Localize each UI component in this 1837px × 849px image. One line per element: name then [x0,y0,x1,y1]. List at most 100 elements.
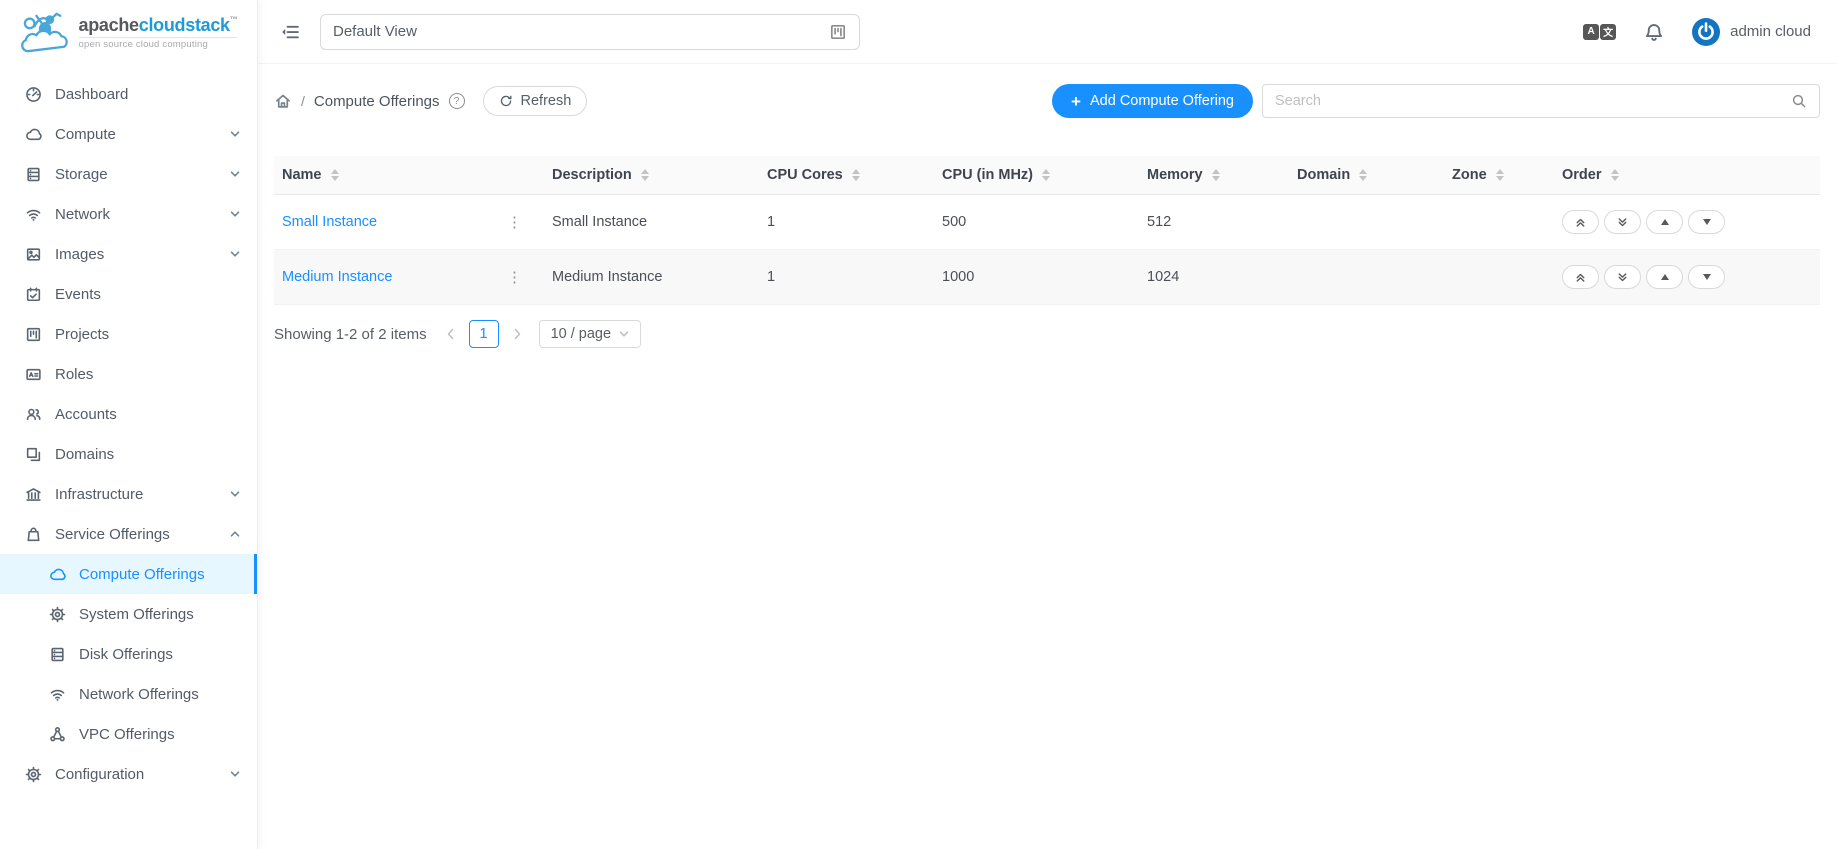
previous-page-icon[interactable] [443,326,459,342]
sidebar-item-label: Infrastructure [55,486,143,503]
column-header-order[interactable]: Order [1554,156,1820,195]
cloud-icon [25,126,42,143]
move-to-top-button[interactable] [1562,265,1599,289]
sort-carets-icon [1212,169,1220,181]
sidebar-item-label: Storage [55,166,108,183]
view-selector[interactable] [320,14,860,50]
column-header-domain[interactable]: Domain [1289,156,1444,195]
chevron-down-icon [230,129,240,139]
gear-icon [25,766,42,783]
user-menu[interactable]: admin cloud [1692,18,1811,46]
translate-a-glyph: A [1583,24,1599,40]
table-row: Medium Instance⋮ Medium Instance 1 1000 … [274,250,1820,305]
sidebar-item-label: Dashboard [55,86,128,103]
page-number-button[interactable]: 1 [469,320,499,348]
offering-name-link[interactable]: Medium Instance [282,269,392,285]
offering-name-link[interactable]: Small Instance [282,214,377,230]
column-header-description[interactable]: Description [544,156,759,195]
logo-text: apachecloudstack™ open source cloud comp… [79,16,238,50]
sidebar-item-label: Projects [55,326,109,343]
sidebar-menu: Dashboard Compute Storage [0,64,257,794]
column-header-cpu-mhz[interactable]: CPU (in MHz) [934,156,1139,195]
sidebar-item-images[interactable]: Images [0,234,257,274]
table-row: Small Instance⋮ Small Instance 1 500 512 [274,195,1820,250]
sidebar-item-roles[interactable]: Roles [0,354,257,394]
project-view-icon[interactable] [829,23,847,41]
sidebar-item-configuration[interactable]: Configuration [0,754,257,794]
sidebar-item-accounts[interactable]: Accounts [0,394,257,434]
offering-description: Small Instance [544,195,759,250]
view-selector-input[interactable] [333,23,829,40]
home-icon[interactable] [274,92,292,110]
sidebar-item-system-offerings[interactable]: System Offerings [0,594,257,634]
move-to-bottom-button[interactable] [1604,265,1641,289]
sidebar-item-dashboard[interactable]: Dashboard [0,74,257,114]
search-box [1262,84,1820,118]
menu-fold-icon[interactable] [280,22,300,42]
next-page-icon[interactable] [509,326,525,342]
sidebar-item-events[interactable]: Events [0,274,257,314]
wifi-icon [25,206,42,223]
page-size-select[interactable]: 10 / page [539,320,641,348]
sidebar-item-label: VPC Offerings [79,726,175,743]
sort-carets-icon [1359,169,1367,181]
move-up-button[interactable] [1646,265,1683,289]
project-icon [25,326,42,343]
sort-carets-icon [1611,169,1619,181]
move-down-button[interactable] [1688,265,1725,289]
offering-cpu-mhz: 500 [934,195,1139,250]
logo-trademark: ™ [230,15,238,24]
sidebar-item-vpc-offerings[interactable]: VPC Offerings [0,714,257,754]
more-actions-icon[interactable]: ⋮ [507,215,522,230]
move-to-top-button[interactable] [1562,210,1599,234]
sort-carets-icon [1496,169,1504,181]
search-icon[interactable] [1791,93,1807,109]
sidebar-item-disk-offerings[interactable]: Disk Offerings [0,634,257,674]
breadcrumb-current: Compute Offerings [314,93,440,110]
more-actions-icon[interactable]: ⋮ [507,270,522,285]
sidebar-item-projects[interactable]: Projects [0,314,257,354]
sidebar-item-compute[interactable]: Compute [0,114,257,154]
block-icon [25,446,42,463]
sidebar-item-label: Compute [55,126,116,143]
order-controls [1562,265,1812,289]
compute-offerings-table: Name Description CPU Cores CPU (in MHz) … [274,156,1820,305]
order-controls [1562,210,1812,234]
sidebar-item-label: Configuration [55,766,144,783]
column-header-name[interactable]: Name [274,156,544,195]
page-size-value: 10 / page [551,326,611,342]
sidebar-item-service-offerings[interactable]: Service Offerings [0,514,257,554]
move-up-button[interactable] [1646,210,1683,234]
translate-icon[interactable]: A 文 [1583,24,1616,40]
sidebar-item-label: Roles [55,366,93,383]
chevron-down-icon [230,769,240,779]
content-area: / Compute Offerings ? Refresh + Add Comp… [258,64,1837,849]
notifications-bell-icon[interactable] [1644,22,1664,42]
sidebar-item-infrastructure[interactable]: Infrastructure [0,474,257,514]
sidebar-item-storage[interactable]: Storage [0,154,257,194]
dashboard-icon [25,86,42,103]
sidebar-item-compute-offerings[interactable]: Compute Offerings [0,554,257,594]
column-header-memory[interactable]: Memory [1139,156,1289,195]
sidebar-item-network-offerings[interactable]: Network Offerings [0,674,257,714]
help-icon[interactable]: ? [449,93,465,109]
sidebar-item-label: Network [55,206,110,223]
logo-subtitle: open source cloud computing [79,37,238,50]
sort-carets-icon [1042,169,1050,181]
breadcrumb-separator: / [301,93,305,109]
column-header-zone[interactable]: Zone [1444,156,1554,195]
chevron-down-icon [230,169,240,179]
refresh-button[interactable]: Refresh [483,86,588,116]
database-icon [25,166,42,183]
breadcrumb: / Compute Offerings ? Refresh [274,86,587,116]
search-input[interactable] [1275,93,1791,109]
user-name: admin cloud [1730,23,1811,40]
move-to-bottom-button[interactable] [1604,210,1641,234]
sidebar-item-network[interactable]: Network [0,194,257,234]
column-header-cpu-cores[interactable]: CPU Cores [759,156,934,195]
add-compute-offering-button[interactable]: + Add Compute Offering [1052,84,1253,118]
sidebar-item-domains[interactable]: Domains [0,434,257,474]
sort-carets-icon [852,169,860,181]
move-down-button[interactable] [1688,210,1725,234]
double-chevron-up-icon [1574,216,1587,229]
